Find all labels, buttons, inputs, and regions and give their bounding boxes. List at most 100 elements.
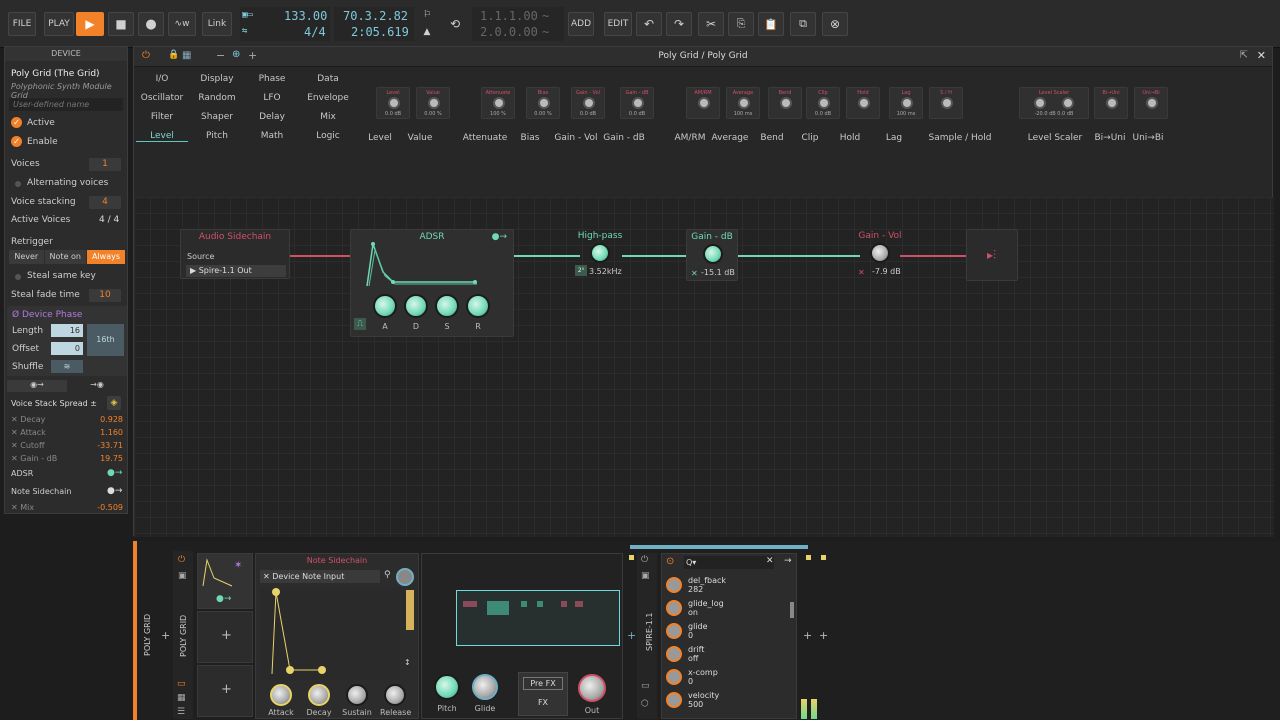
palette-module-7[interactable]: Average 100 ms: [726, 87, 760, 119]
adsr-release-knob[interactable]: [466, 294, 490, 318]
adsr-decay-knob[interactable]: [404, 294, 428, 318]
adsr-sustain-knob[interactable]: [435, 294, 459, 318]
duplicate-icon[interactable]: ⧉: [790, 12, 816, 36]
shuffle-toggle[interactable]: ≋: [51, 360, 83, 373]
cat-io[interactable]: I/O: [136, 74, 188, 84]
gain-vol-knob[interactable]: [870, 243, 890, 263]
palette-module-3[interactable]: Bias 0.00 %: [526, 87, 560, 119]
spire-window-icon[interactable]: ▭: [641, 681, 650, 691]
link-button[interactable]: Link: [202, 12, 232, 36]
grid-preview-viewport[interactable]: [456, 590, 620, 646]
param-row[interactable]: glide 0: [662, 620, 790, 642]
sidechain-knob[interactable]: [396, 568, 414, 586]
voices-value[interactable]: 1: [89, 158, 121, 171]
audio-sidechain-module[interactable]: Audio Sidechain Source ▶ Spire-1.1 Out: [180, 229, 290, 279]
adsr-attack-knob[interactable]: [373, 294, 397, 318]
param-menu-icon[interactable]: →: [784, 556, 792, 566]
cat-random[interactable]: Random: [191, 93, 243, 103]
device-grid-icon[interactable]: ▦: [177, 693, 186, 703]
sustain-knob[interactable]: [346, 684, 368, 706]
retrig-always[interactable]: Always: [87, 250, 125, 264]
param-knob[interactable]: [666, 577, 682, 593]
add-pre-device-icon[interactable]: +: [161, 629, 170, 642]
play-icon[interactable]: ▶: [76, 12, 104, 36]
cat-phase[interactable]: Phase: [246, 74, 298, 84]
gain-db-knob[interactable]: [703, 244, 723, 264]
highpass-module[interactable]: High-pass 2⁰ 3.52kHz: [574, 229, 626, 281]
record-icon[interactable]: ●: [138, 12, 164, 36]
cutoff-knob[interactable]: [590, 243, 610, 263]
cat-display[interactable]: Display: [191, 74, 243, 84]
cat-oscillator[interactable]: Oscillator: [136, 93, 188, 103]
param-row[interactable]: x-comp 0: [662, 666, 790, 688]
alternating-toggle[interactable]: [15, 181, 21, 187]
param-knob[interactable]: [666, 600, 682, 616]
pitch-knob[interactable]: [434, 674, 460, 700]
palette-module-11[interactable]: Lag 100 ms: [889, 87, 923, 119]
tab-modulators-in[interactable]: ◉→: [7, 380, 67, 392]
retrig-never[interactable]: Never: [9, 250, 44, 264]
note-input-dropdown[interactable]: ✕ Device Note Input: [260, 570, 380, 583]
cut-icon[interactable]: ✂: [698, 12, 724, 36]
spire-power-icon[interactable]: ⏻: [641, 555, 648, 565]
sidechain-arrow-icon[interactable]: ●→: [107, 486, 122, 496]
cat-delay[interactable]: Delay: [246, 112, 298, 122]
param-knob[interactable]: [666, 692, 682, 708]
gate-icon[interactable]: ⎍: [354, 318, 366, 330]
add-mod-icon[interactable]: +: [221, 628, 232, 643]
cat-logic[interactable]: Logic: [302, 131, 354, 141]
popout-icon[interactable]: ⇱: [1240, 50, 1248, 61]
add-mod-icon-2[interactable]: +: [221, 682, 232, 697]
loop-start[interactable]: 1.1.1.00: [480, 9, 538, 23]
mod-row-attack[interactable]: ✕ Attack 1.160: [11, 428, 123, 437]
add-button[interactable]: ADD: [568, 12, 594, 36]
cat-data[interactable]: Data: [302, 74, 354, 84]
param-knob[interactable]: [666, 646, 682, 662]
adsr-mod-arrow-icon[interactable]: ●→: [107, 468, 122, 478]
punch-icon[interactable]: ⚐: [418, 8, 436, 22]
palette-module-10[interactable]: Hold: [846, 87, 880, 119]
param-knob[interactable]: [666, 669, 682, 685]
search-clear-icon[interactable]: ✕: [766, 556, 774, 566]
cat-pitch[interactable]: Pitch: [191, 131, 243, 141]
resize-icon[interactable]: ↕: [404, 658, 411, 667]
param-row[interactable]: glide_log on: [662, 597, 790, 619]
edit-button[interactable]: EDIT: [604, 12, 632, 36]
palette-module-6[interactable]: AM/RM: [686, 87, 720, 119]
empty-mod-slot-2[interactable]: +: [197, 665, 253, 717]
palette-module-13[interactable]: Level Scaler -20.0 dB 0.0 dB: [1019, 87, 1089, 119]
retrig-note-on[interactable]: Note on: [44, 250, 86, 264]
mod-row-decay[interactable]: ✕ Decay 0.928: [11, 415, 123, 424]
source-dropdown[interactable]: ▶ Spire-1.1 Out: [186, 265, 286, 277]
palette-module-0[interactable]: Level 0.0 dB: [376, 87, 410, 119]
param-row[interactable]: del_fback 282: [662, 574, 790, 596]
gain-vol-module[interactable]: Gain - Vol ✕ -7.9 dB: [854, 229, 906, 281]
close-icon[interactable]: ✕: [1257, 49, 1266, 62]
stop-icon[interactable]: ■: [108, 12, 134, 36]
adsr-module[interactable]: ADSR ●→ A D S R ⎍: [350, 229, 514, 337]
loop-length[interactable]: 2.0.0.00: [480, 25, 538, 39]
attack-knob[interactable]: [270, 684, 292, 706]
add-after-icon[interactable]: +: [803, 629, 812, 642]
stacking-value[interactable]: 4: [89, 196, 121, 209]
timesig-value[interactable]: 4/4: [304, 25, 326, 39]
device-window-icon[interactable]: ▭: [177, 679, 186, 689]
palette-module-1[interactable]: Value 0.00 %: [416, 87, 450, 119]
palette-module-12[interactable]: S / H: [929, 87, 963, 119]
mod-row-cutoff[interactable]: ✕ Cutoff -33.71: [11, 441, 123, 450]
param-row[interactable]: drift off: [662, 643, 790, 665]
device-menu-icon[interactable]: ☰: [177, 707, 185, 717]
palette-module-15[interactable]: Uni→Bi: [1134, 87, 1168, 119]
decay-knob[interactable]: [308, 684, 330, 706]
scrollbar-handle[interactable]: [406, 590, 414, 630]
active-checkbox[interactable]: ✓: [11, 117, 22, 128]
redo-icon[interactable]: ↷: [666, 12, 692, 36]
cat-envelope[interactable]: Envelope: [302, 93, 354, 103]
tab-modulators-out[interactable]: →◉: [67, 380, 127, 392]
undo-icon[interactable]: ↶: [636, 12, 662, 36]
copy-icon[interactable]: ⎘: [728, 12, 754, 36]
pin-icon[interactable]: ⚲: [384, 570, 391, 580]
adsr-mod-slot[interactable]: ✶ ●→: [197, 553, 253, 609]
cat-filter[interactable]: Filter: [136, 112, 188, 122]
glide-knob[interactable]: [472, 674, 498, 700]
